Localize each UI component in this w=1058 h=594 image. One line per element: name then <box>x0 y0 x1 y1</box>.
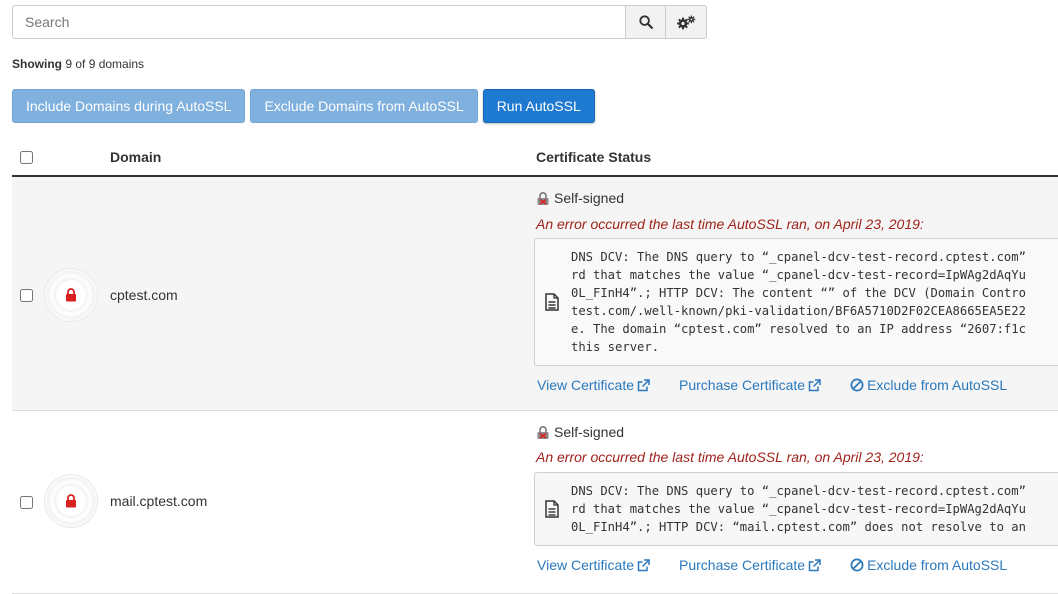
exclude-from-autossl-label: Exclude from AutoSSL <box>867 557 1008 573</box>
exclude-domains-button[interactable]: Exclude Domains from AutoSSL <box>250 89 478 123</box>
row-checkbox[interactable] <box>20 289 33 302</box>
error-heading: An error occurred the last time AutoSSL … <box>536 216 924 232</box>
error-details-box: DNS DCV: The DNS query to “_cpanel-dcv-t… <box>534 238 1058 366</box>
domain-name: cptest.com <box>110 287 178 303</box>
table-row: mail.cptest.com Self-signed An error occ… <box>12 411 1058 594</box>
gears-icon <box>676 15 695 29</box>
autossl-domains-page: Showing 9 of 9 domains Include Domains d… <box>0 0 1058 594</box>
external-link-icon <box>808 558 821 571</box>
exclude-from-autossl-label: Exclude from AutoSSL <box>867 377 1008 393</box>
ban-icon <box>850 378 864 392</box>
domain-name: mail.cptest.com <box>110 493 208 509</box>
showing-label: Showing <box>12 57 62 71</box>
error-heading: An error occurred the last time AutoSSL … <box>536 449 924 465</box>
select-all-checkbox[interactable] <box>20 151 33 164</box>
error-details-text: DNS DCV: The DNS query to “_cpanel-dcv-t… <box>571 484 1026 534</box>
document-icon <box>545 293 559 311</box>
purchase-certificate-link[interactable]: Purchase Certificate <box>679 557 821 573</box>
lock-badge <box>44 474 98 528</box>
self-signed-lock-icon <box>537 191 549 205</box>
purchase-certificate-link[interactable]: Purchase Certificate <box>679 377 821 393</box>
status-column-header[interactable]: Certificate Status <box>536 149 651 165</box>
table-row: cptest.com Self-signed An error occurred… <box>12 177 1058 411</box>
document-icon <box>545 500 559 518</box>
search-input[interactable] <box>12 5 625 39</box>
table-header: Domain Certificate Status <box>12 139 1058 177</box>
search-bar <box>12 5 707 39</box>
certificate-status: Self-signed <box>536 190 624 206</box>
run-autossl-button[interactable]: Run AutoSSL <box>482 89 595 123</box>
purchase-certificate-label: Purchase Certificate <box>679 377 806 393</box>
autossl-actions: Include Domains during AutoSSL Exclude D… <box>12 89 595 123</box>
self-signed-lock-icon <box>537 425 549 439</box>
exclude-from-autossl-link[interactable]: Exclude from AutoSSL <box>850 377 1007 393</box>
view-certificate-label: View Certificate <box>537 557 635 573</box>
error-details-text: DNS DCV: The DNS query to “_cpanel-dcv-t… <box>571 250 1026 354</box>
view-certificate-label: View Certificate <box>537 377 635 393</box>
error-details-box: DNS DCV: The DNS query to “_cpanel-dcv-t… <box>534 472 1058 546</box>
certificate-status: Self-signed <box>536 424 624 440</box>
lock-icon <box>66 494 76 508</box>
view-certificate-link[interactable]: View Certificate <box>537 557 650 573</box>
view-certificate-link[interactable]: View Certificate <box>537 377 650 393</box>
purchase-certificate-label: Purchase Certificate <box>679 557 806 573</box>
include-domains-button[interactable]: Include Domains during AutoSSL <box>12 89 246 123</box>
exclude-from-autossl-link[interactable]: Exclude from AutoSSL <box>850 557 1007 573</box>
external-link-icon <box>637 558 650 571</box>
row-checkbox[interactable] <box>20 496 33 509</box>
row-actions: View Certificate Purchase Certificate Ex… <box>537 557 1007 573</box>
status-text: Self-signed <box>554 190 625 206</box>
showing-count: Showing 9 of 9 domains <box>12 57 144 71</box>
domain-column-header[interactable]: Domain <box>110 149 161 165</box>
lock-badge <box>44 268 98 322</box>
external-link-icon <box>637 378 650 391</box>
lock-icon <box>66 288 76 302</box>
showing-text: 9 of 9 domains <box>65 57 145 71</box>
row-actions: View Certificate Purchase Certificate Ex… <box>537 377 1007 393</box>
search-settings-button[interactable] <box>666 5 707 39</box>
status-text: Self-signed <box>554 424 625 440</box>
search-icon <box>638 15 653 29</box>
external-link-icon <box>808 378 821 391</box>
search-button[interactable] <box>625 5 666 39</box>
ban-icon <box>850 558 864 572</box>
